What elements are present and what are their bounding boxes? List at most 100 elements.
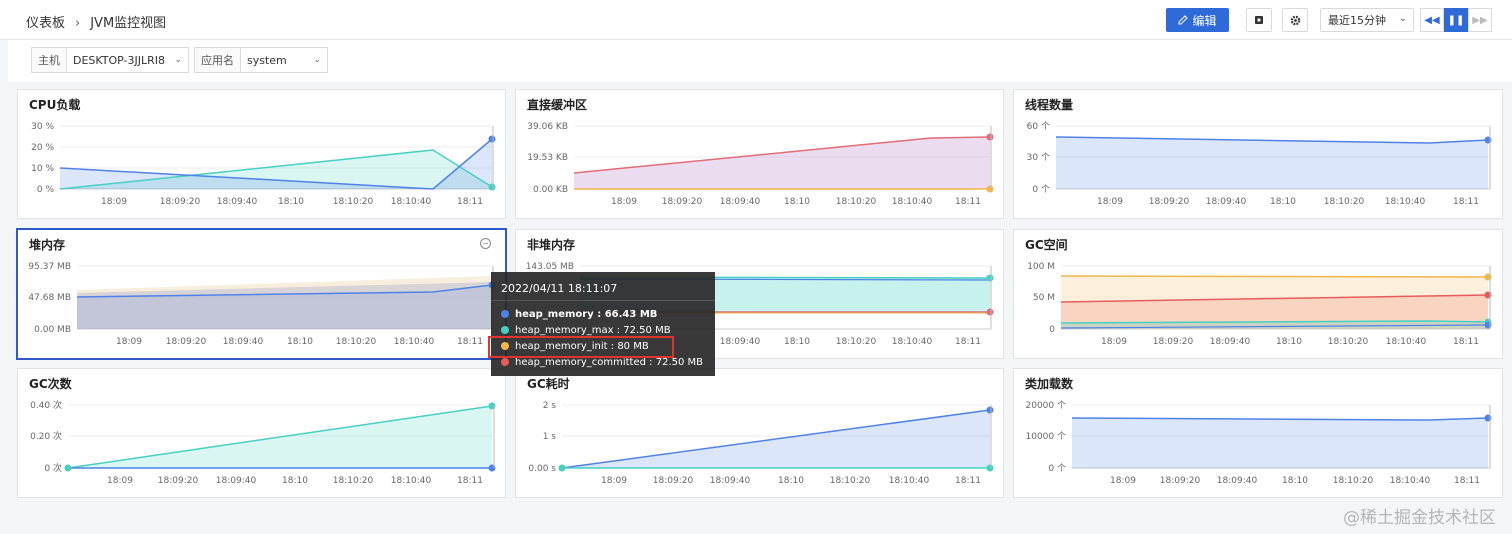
x-tick: 18:10:40	[1385, 197, 1426, 207]
breadcrumb: 仪表板 › JVM监控视图	[26, 12, 166, 31]
y-tick: 0.00 KB	[533, 185, 568, 195]
highlight-box	[488, 336, 674, 358]
gc-time-chart: 2 s 1 s 0.00 s 18:09 18:09:20 18:09:40 1…	[528, 401, 994, 486]
panel-gc-time: GC耗时 2 s 1 s 0.00 s 18:09 18:09:20 18:09…	[515, 368, 1004, 498]
y-tick: 19.53 KB	[527, 153, 568, 163]
x-tick: 18:10	[784, 337, 810, 347]
x-tick: 18:09	[107, 476, 133, 486]
thread-count-chart: 60 个 30 个 0 个 18:09 18:09:20 18:09:40 18…	[1027, 121, 1492, 207]
edit-icon	[1178, 15, 1189, 25]
class-loaded-chart: 20000 个 10000 个 0 个 18:09 18:09:20 18:09…	[1026, 400, 1492, 486]
tooltip-series-name: heap_memory_committed	[515, 356, 646, 368]
y-tick: 0.00 MB	[34, 325, 71, 335]
y-tick: 1 s	[543, 432, 557, 442]
x-tick: 18:09	[611, 197, 637, 207]
filter-bar: 主机 DESKTOP-3JJLRI8 ⌄ 应用名 system ⌄	[8, 40, 1512, 82]
x-tick: 18:10	[784, 197, 810, 207]
x-tick: 18:10:20	[836, 337, 877, 347]
settings-button[interactable]	[1282, 8, 1308, 32]
tooltip-row: heap_memory_max : 72.50 MB	[501, 323, 671, 337]
x-tick: 18:09:20	[160, 197, 201, 207]
time-range-value: 最近15分钟	[1328, 14, 1386, 27]
edit-button[interactable]: 编辑	[1166, 8, 1229, 32]
x-axis: 18:09 18:09:20 18:09:40 18:10 18:10:20 1…	[101, 197, 483, 207]
tooltip-time: 2022/04/11 18:11:07	[501, 282, 618, 295]
panel-class-loaded: 类加载数 20000 个 10000 个 0 个 18:09 18:09:20 …	[1013, 368, 1503, 498]
tooltip-series-value: 66.43 MB	[604, 308, 658, 320]
x-tick: 18:11	[1453, 337, 1479, 347]
y-tick: 10 %	[31, 164, 54, 174]
y-tick: 20000 个	[1026, 400, 1067, 411]
x-tick: 18:10	[1270, 197, 1296, 207]
rewind-icon: ◀◀	[1424, 14, 1440, 26]
gc-count-chart: 0.40 次 0.20 次 0 次 18:09 18:09:20 18:09:4…	[30, 399, 496, 486]
edit-button-label: 编辑	[1192, 13, 1217, 28]
x-tick: 18:09	[1101, 337, 1127, 347]
x-axis: 18:09 18:09:20 18:09:40 18:10 18:10:20 1…	[1101, 337, 1479, 347]
host-select[interactable]: 主机 DESKTOP-3JJLRI8 ⌄	[31, 47, 189, 73]
y-tick: 0.40 次	[30, 399, 62, 411]
tooltip-series-value: 72.50 MB	[623, 324, 671, 336]
app-value: system	[247, 53, 287, 67]
x-tick: 18:09	[101, 197, 127, 207]
y-tick: 0	[1049, 325, 1055, 335]
x-tick: 18:11	[955, 337, 981, 347]
x-tick: 18:09:40	[1206, 197, 1247, 207]
panel-gc-space: GC空间 100 M 50 M 0 18:09 18:09:20 18:09:4…	[1013, 229, 1503, 359]
x-tick: 18:10	[278, 197, 304, 207]
x-tick: 18:09:20	[662, 197, 703, 207]
x-tick: 18:10:40	[889, 476, 930, 486]
y-tick: 0 个	[1048, 463, 1066, 474]
rewind-button[interactable]: ◀◀	[1420, 8, 1444, 32]
y-tick: 0.00 s	[528, 464, 556, 474]
chevron-down-icon: ⌄	[1398, 13, 1407, 24]
y-tick: 0 个	[1032, 184, 1050, 195]
x-tick: 18:11	[457, 197, 483, 207]
app-select[interactable]: 应用名 system ⌄	[194, 47, 328, 73]
x-axis: 18:09 18:09:20 18:09:40 18:10 18:10:20 1…	[107, 476, 483, 486]
x-tick: 18:10:20	[836, 197, 877, 207]
y-tick: 95.37 MB	[28, 262, 71, 272]
y-tick: 0.20 次	[30, 430, 62, 442]
y-tick: 39.06 KB	[527, 122, 568, 132]
x-tick: 18:11	[955, 197, 981, 207]
panel-direct-buffer: 直接缓冲区 39.06 KB 19.53 KB 0.00 KB 18:09 18…	[515, 89, 1004, 219]
forward-button[interactable]: ▶▶	[1468, 8, 1492, 32]
x-tick: 18:10:20	[336, 337, 377, 347]
x-tick: 18:09:20	[1149, 197, 1190, 207]
host-value: DESKTOP-3JJLRI8	[73, 53, 166, 67]
heap-memory-chart: 95.37 MB 47.68 MB 0.00 MB 18:09 18:09:20…	[28, 262, 496, 347]
x-axis: 18:09 18:09:20 18:09:40 18:10 18:10:20 1…	[116, 337, 483, 347]
breadcrumb-current: JVM监控视图	[90, 16, 167, 31]
x-tick: 18:10	[282, 476, 308, 486]
tv-mode-button[interactable]	[1246, 8, 1272, 32]
y-tick: 50 M	[1033, 293, 1055, 303]
x-tick: 18:10	[287, 337, 313, 347]
x-tick: 18:09:20	[158, 476, 199, 486]
x-tick: 18:09:40	[216, 476, 257, 486]
panel-gc-count: GC次数 0.40 次 0.20 次 0 次 18:09 18:09:20 18…	[17, 368, 506, 498]
breadcrumb-root[interactable]: 仪表板	[26, 16, 65, 31]
x-axis: 18:09 18:09:20 18:09:40 18:10 18:10:20 1…	[601, 476, 981, 486]
x-tick: 18:09	[116, 337, 142, 347]
x-tick: 18:10:20	[1333, 476, 1374, 486]
x-tick: 18:10:20	[1328, 337, 1369, 347]
tooltip-series-name: heap_memory_max	[515, 324, 614, 336]
x-tick: 18:10:40	[391, 476, 432, 486]
y-tick: 143.05 MB	[526, 262, 574, 272]
series-dot-icon	[501, 326, 509, 334]
panel-cpu-load: CPU负载 30 % 20 % 10 % 0 % 18:09 18:09:20 …	[17, 89, 506, 219]
tooltip-series-value: 72.50 MB	[655, 356, 703, 368]
panel-thread-count: 线程数量 60 个 30 个 0 个 18:09 18:09:20 18:09:…	[1013, 89, 1503, 219]
x-tick: 18:09:40	[720, 337, 761, 347]
pause-button[interactable]: ❚❚	[1444, 8, 1468, 32]
x-tick: 18:09:20	[653, 476, 694, 486]
y-tick: 30 个	[1027, 152, 1050, 163]
panel-heap-memory[interactable]: 堆内存 − 95.37 MB 47.68 MB 0.00 MB 18:09 18…	[16, 228, 507, 360]
x-tick: 18:09:20	[1160, 476, 1201, 486]
x-tick: 18:09:40	[1210, 337, 1251, 347]
time-range-select[interactable]: 最近15分钟 ⌄	[1320, 8, 1414, 32]
y-tick: 47.68 MB	[28, 293, 71, 303]
app-label: 应用名	[195, 48, 241, 72]
x-axis: 18:09 18:09:20 18:09:40 18:10 18:10:20 1…	[1097, 197, 1479, 207]
